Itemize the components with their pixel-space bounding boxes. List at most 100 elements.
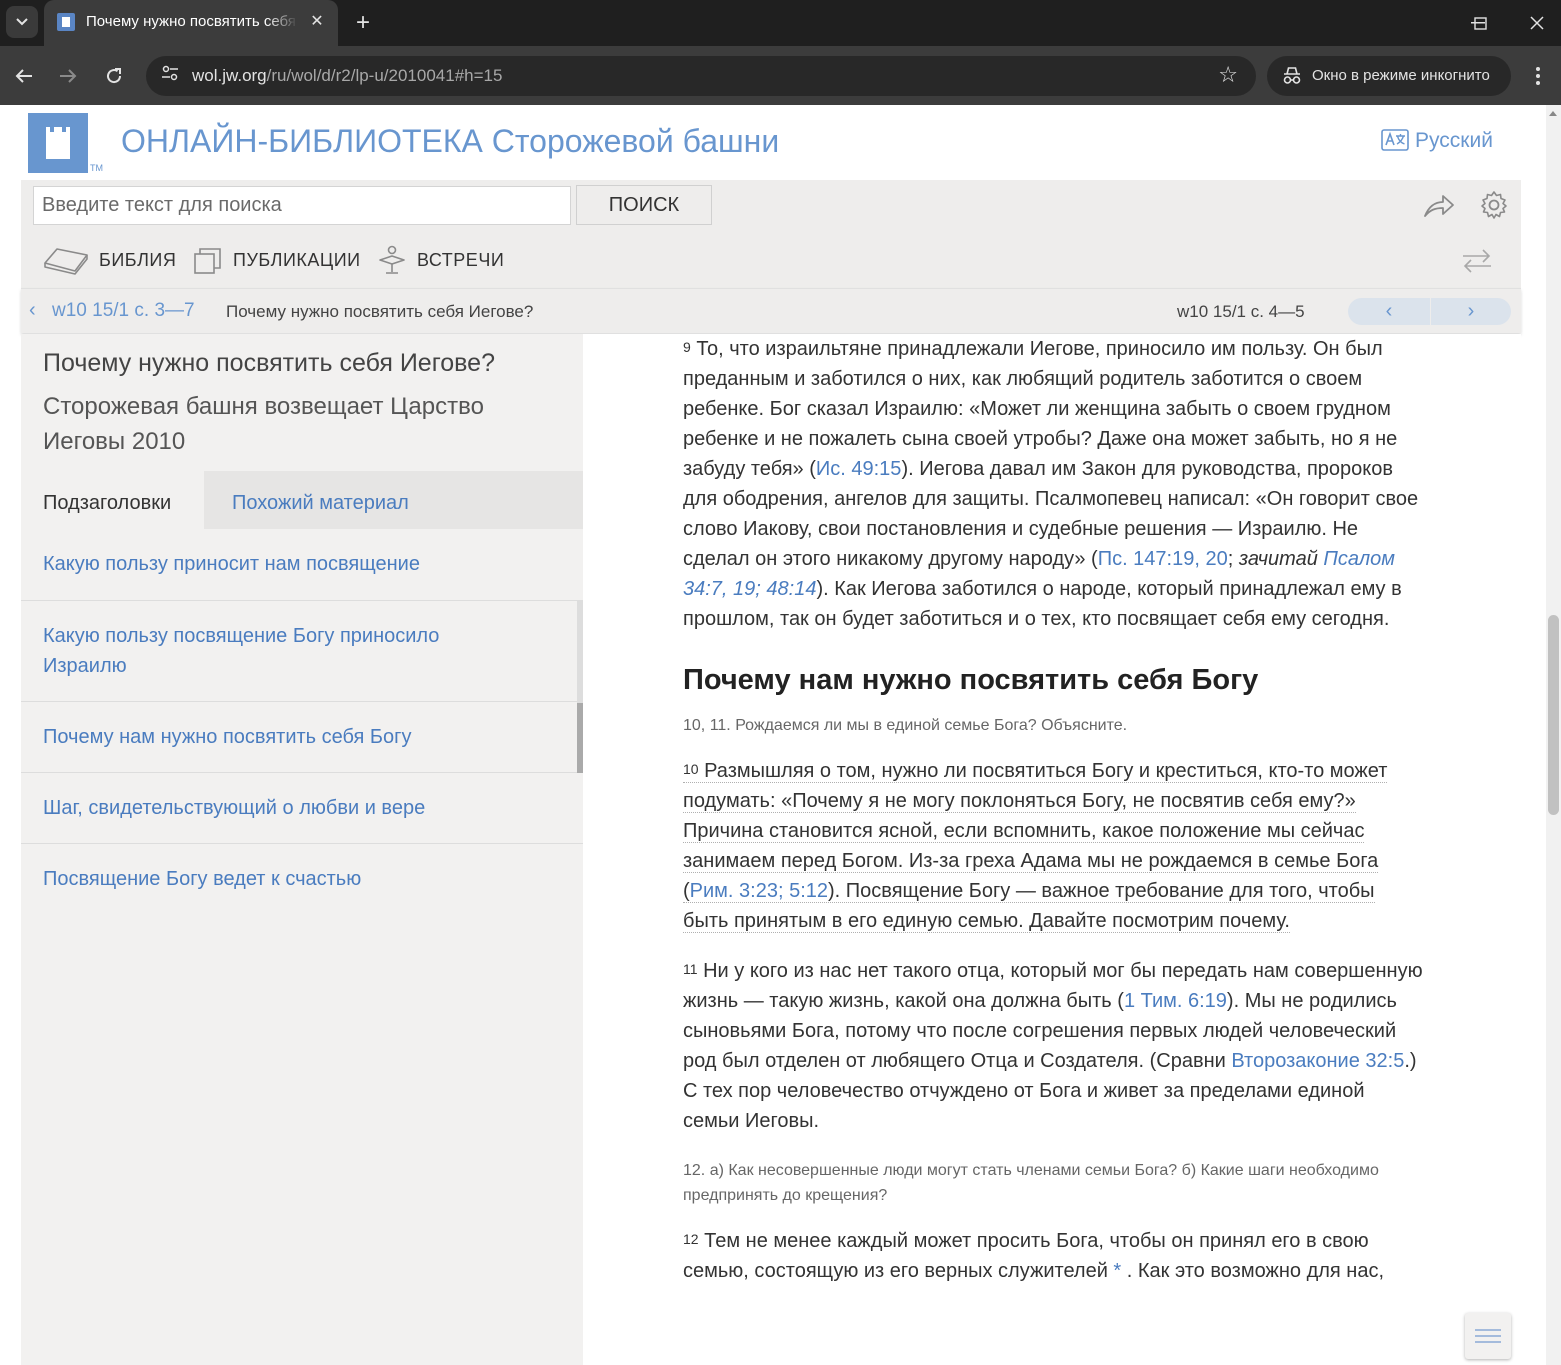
maximize-button[interactable] [1462, 8, 1498, 38]
paragraph-number: 10 [683, 761, 699, 777]
nav-bible-label: БИБЛИЯ [99, 249, 177, 270]
back-button[interactable] [8, 60, 40, 92]
chevron-left-icon[interactable]: ‹ [29, 299, 36, 322]
nav-meetings[interactable]: ВСТРЕЧИ [377, 243, 504, 277]
article-content: 5 9 То, что израильтяне принадлежали Иег… [583, 334, 1521, 1365]
sidebar-item-benefit[interactable]: Какую пользу приносит нам посвящение [21, 529, 583, 601]
search-input[interactable] [33, 186, 571, 225]
study-question: 12. а) Как несовершенные люди могут стат… [683, 1162, 1379, 1204]
reload-button[interactable] [98, 60, 130, 92]
previous-page-button[interactable]: ‹ [1348, 298, 1430, 325]
paragraph-number: 9 [683, 339, 691, 355]
sidebar: Почему нужно посвятить себя Иегове? Стор… [21, 334, 583, 1365]
scripture-link[interactable]: Рим. 3:23; 5:12 [690, 880, 828, 902]
language-selector[interactable]: Русский [1381, 129, 1493, 153]
watchtower-icon [46, 127, 70, 159]
sidebar-item-israel[interactable]: Какую пользу посвящение Богу приносило И… [21, 601, 583, 702]
address-bar[interactable]: wol.jw.org/ru/wol/d/r2/lp-u/2010041#h=15… [146, 56, 1256, 96]
back-arrow-icon [15, 69, 32, 83]
site-title[interactable]: ОНЛАЙН-БИБЛИОТЕКА Сторожевой башни [121, 123, 779, 160]
breadcrumb-link[interactable]: w10 15/1 с. 3—7 [52, 300, 195, 322]
url-path: /ru/wol/d/r2/lp-u/2010041#h=15 [266, 66, 503, 85]
incognito-label: Окно в режиме инкогнито [1312, 67, 1490, 84]
tab-title: Почему нужно посвятить себя Иегове? [86, 13, 298, 30]
browser-window: Почему нужно посвятить себя Иегове? ✕ + [0, 0, 1561, 1365]
star-icon[interactable]: ☆ [1218, 62, 1238, 88]
swap-arrows-icon[interactable] [1461, 247, 1493, 275]
scroll-up-arrow[interactable] [1549, 111, 1557, 116]
text: . Как это возможно для нас, [1121, 1260, 1385, 1282]
nav-bible[interactable]: БИБЛИЯ [43, 243, 176, 277]
site-logo[interactable] [28, 113, 88, 173]
hamburger-icon [1475, 1329, 1501, 1343]
scripture-link[interactable]: 1 Тим. 6:19 [1124, 990, 1227, 1012]
page-viewport: TM ОНЛАЙН-БИБЛИОТЕКА Сторожевой башни Ру… [0, 105, 1561, 1365]
sidebar-item-happiness[interactable]: Посвящение Богу ведет к счастью [21, 844, 583, 915]
chevron-right-icon: › [1467, 300, 1475, 322]
url-host: wol.jw.org [192, 66, 267, 85]
search-button[interactable]: ПОИСК [576, 185, 712, 225]
tab-subheadings[interactable]: Подзаголовки [21, 471, 204, 529]
page-scrollbar[interactable] [1546, 105, 1561, 1365]
url-text: wol.jw.org/ru/wol/d/r2/lp-u/2010041#h=15 [192, 66, 502, 86]
tab-related[interactable]: Похожий материал [232, 492, 409, 515]
close-window-button[interactable] [1517, 8, 1557, 38]
sidebar-publication: Сторожевая башня возвещает Царство Иегов… [43, 393, 484, 455]
nav-publications-label: ПУБЛИКАЦИИ [233, 249, 361, 270]
trademark-mark: TM [90, 163, 103, 173]
incognito-indicator[interactable]: Окно в режиме инкогнито [1267, 56, 1511, 96]
gear-icon[interactable] [1479, 190, 1509, 220]
browser-toolbar: wol.jw.org/ru/wol/d/r2/lp-u/2010041#h=15… [0, 46, 1561, 105]
chevron-left-icon: ‹ [1385, 300, 1393, 322]
forward-button[interactable] [52, 60, 84, 92]
nav-publications[interactable]: ПУБЛИКАЦИИ [193, 243, 361, 277]
read-instruction: зачитай [1238, 548, 1318, 570]
scripture-link[interactable]: Второзаконие 32:5 [1231, 1050, 1404, 1072]
sidebar-tabs: Подзаголовки Похожий материал [21, 471, 583, 529]
scripture-link[interactable]: Пс. 147:19, 20 [1098, 548, 1228, 570]
publications-icon [194, 248, 221, 274]
main-nav: БИБЛИЯ ПУБЛИКАЦИИ ВСТРЕЧИ [21, 233, 1521, 288]
search-bar: ПОИСК [21, 180, 1521, 233]
forward-arrow-icon [60, 69, 77, 83]
paragraph-10: 10 Размышляя о том, нужно ли посвятиться… [683, 756, 1423, 936]
site-header: TM ОНЛАЙН-БИБЛИОТЕКА Сторожевой башни Ру… [21, 105, 1521, 180]
new-tab-button[interactable]: + [348, 8, 378, 38]
close-icon: ✕ [310, 13, 324, 30]
breadcrumb: ‹ w10 15/1 с. 3—7 Почему нужно посвятить… [21, 288, 1521, 333]
toc-button[interactable] [1465, 1313, 1511, 1359]
paragraph-11: 11 Ни у кого из нас нет такого отца, кот… [683, 956, 1423, 1136]
text: ; [1227, 548, 1239, 570]
tab-close-button[interactable]: ✕ [306, 11, 328, 33]
nav-meetings-label: ВСТРЕЧИ [417, 249, 505, 270]
paragraph-12: 12 Тем не менее каждый может просить Бог… [683, 1226, 1423, 1286]
next-page-button[interactable]: › [1431, 298, 1511, 325]
article-body: 5 9 То, что израильтяне принадлежали Иег… [683, 334, 1423, 1286]
sidebar-item-step[interactable]: Шаг, свидетельствующий о любви и вере [21, 773, 583, 844]
maximize-icon [1473, 16, 1487, 30]
page-range: w10 15/1 с. 4—5 [1177, 302, 1305, 321]
browser-menu-button[interactable] [1524, 60, 1552, 92]
section-heading: Почему нам нужно посвятить себя Богу [683, 664, 1259, 696]
page-scroll-thumb[interactable] [1548, 615, 1559, 815]
translate-icon [1381, 129, 1409, 151]
breadcrumb-title: Почему нужно посвятить себя Иегове? [226, 302, 534, 321]
tab-list-button[interactable] [6, 6, 38, 38]
site-info-icon[interactable] [158, 64, 182, 88]
tab-list-icon [16, 18, 28, 26]
plus-icon: + [355, 9, 370, 36]
book-icon [44, 248, 88, 275]
browser-tab[interactable]: Почему нужно посвятить себя Иегове? ✕ [44, 0, 338, 46]
tab-strip: Почему нужно посвятить себя Иегове? ✕ + [0, 0, 1561, 46]
sidebar-item-why[interactable]: Почему нам нужно посвятить себя Богу [21, 702, 583, 773]
reload-icon [107, 68, 122, 84]
lectern-icon [379, 245, 405, 274]
kebab-menu-icon [1536, 67, 1540, 85]
language-label: Русский [1415, 129, 1493, 152]
sidebar-title: Почему нужно посвятить себя Иегове? [43, 349, 495, 377]
favicon-icon [57, 13, 75, 31]
study-question: 10, 11. Рождаемся ли мы в единой семье Б… [683, 717, 1128, 734]
share-icon[interactable] [1423, 192, 1455, 220]
scripture-link[interactable]: Ис. 49:15 [816, 458, 902, 480]
paragraph-9: 9 То, что израильтяне принадлежали Иегов… [683, 334, 1423, 634]
